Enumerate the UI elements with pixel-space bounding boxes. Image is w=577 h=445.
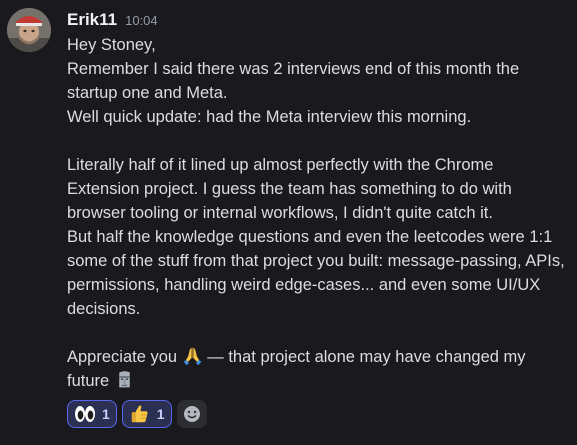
folded-hands-emoji <box>183 347 201 366</box>
add-reaction-smiley-icon <box>183 406 200 422</box>
message-line: decisions. <box>67 300 141 318</box>
eyes-emoji <box>75 406 95 422</box>
message-line: some of the stuff from that project you … <box>67 252 565 270</box>
message-header: Erik11 10:04 <box>67 10 158 32</box>
message-text: future <box>67 372 110 390</box>
user-avatar[interactable] <box>7 8 51 52</box>
moai-emoji <box>119 371 130 388</box>
message-line: Well quick update: had the Meta intervie… <box>67 108 472 126</box>
avatar-photo-icon <box>7 8 51 52</box>
message-body: Hey Stoney, Remember I said there was 2 … <box>67 33 567 393</box>
message-line: But half the knowledge questions and eve… <box>67 228 553 246</box>
timestamp: 10:04 <box>125 13 158 28</box>
message-line: Hey Stoney, <box>67 36 156 54</box>
chat-message: Erik11 10:04 Hey Stoney, Remember I said… <box>0 0 577 445</box>
message-line: Appreciate you — that project alone may … <box>67 345 567 369</box>
message-line: Remember I said there was 2 interviews e… <box>67 60 520 78</box>
username[interactable]: Erik11 <box>67 10 117 30</box>
message-line: future <box>67 369 567 393</box>
reactions-bar: 1 1 <box>67 400 207 428</box>
message-line: browser tooling or internal workflows, I… <box>67 204 493 222</box>
message-line: Literally half of it lined up almost per… <box>67 156 494 174</box>
message-line: startup one and Meta. <box>67 84 228 102</box>
reaction-count: 1 <box>156 406 165 422</box>
message-line: permissions, handling weird edge-cases..… <box>67 276 541 294</box>
message-text: Appreciate you <box>67 348 178 366</box>
message-line: Extension project. I guess the team has … <box>67 180 512 198</box>
reaction-eyes[interactable]: 1 <box>67 400 117 428</box>
message-text: — that project alone may have changed my <box>207 348 526 366</box>
reaction-count: 1 <box>102 406 110 422</box>
add-reaction-button[interactable] <box>176 400 207 428</box>
reaction-thumbs-up[interactable]: 1 <box>121 400 172 428</box>
thumbs-up-emoji <box>131 405 148 423</box>
